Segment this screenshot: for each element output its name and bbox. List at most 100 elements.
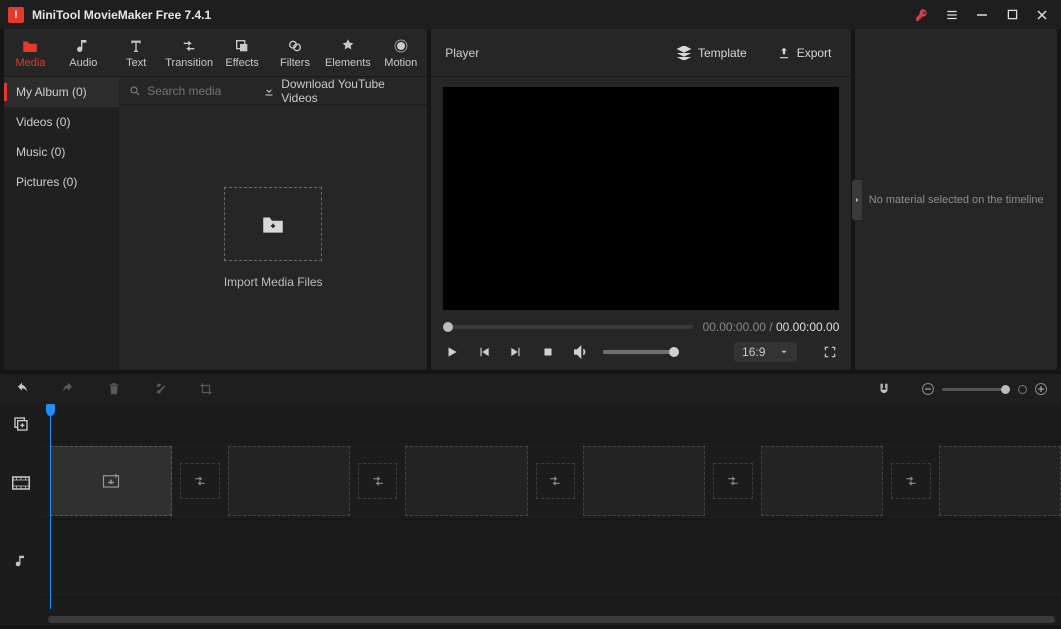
cat-my-album[interactable]: My Album (0): [4, 77, 119, 107]
search-icon: [129, 85, 141, 97]
export-button[interactable]: Export: [771, 43, 838, 63]
zoom-controls: [922, 383, 1047, 395]
add-track-button[interactable]: [0, 404, 42, 444]
tab-media[interactable]: Media: [4, 29, 57, 76]
clip-slot[interactable]: [228, 446, 350, 516]
tab-label: Motion: [384, 57, 417, 69]
undo-button[interactable]: [14, 381, 30, 397]
music-note-icon: [75, 37, 91, 55]
media-panel: Media Audio Text Transition: [4, 29, 427, 370]
zoom-out-button[interactable]: [922, 383, 934, 395]
play-button[interactable]: [443, 343, 461, 361]
template-button[interactable]: Template: [670, 43, 753, 63]
clip-slot[interactable]: [939, 446, 1061, 516]
timeline-rail: [0, 404, 42, 625]
timeline-body[interactable]: [42, 404, 1061, 625]
minimize-button[interactable]: [967, 0, 997, 29]
effects-icon: [234, 37, 250, 55]
duration: 00.00:00.00: [776, 320, 839, 334]
folder-plus-icon: [260, 213, 286, 235]
stop-button[interactable]: [539, 343, 557, 361]
transition-slot[interactable]: [358, 463, 398, 499]
snap-button[interactable]: [876, 381, 892, 397]
tab-transition[interactable]: Transition: [163, 29, 216, 76]
cat-music[interactable]: Music (0): [4, 137, 119, 167]
fullscreen-button[interactable]: [821, 343, 839, 361]
current-time: 00.00:00.00: [703, 320, 766, 334]
download-youtube-link[interactable]: Download YouTube Videos: [263, 77, 417, 105]
next-frame-button[interactable]: [507, 343, 525, 361]
export-label: Export: [797, 46, 832, 60]
playhead[interactable]: [50, 404, 51, 609]
transition-slot[interactable]: [891, 463, 931, 499]
time-display: 00.00:00.00 / 00.00:00.00: [703, 320, 840, 334]
export-icon: [777, 46, 791, 60]
split-button[interactable]: [152, 381, 168, 397]
volume-button[interactable]: [571, 343, 589, 361]
aspect-ratio-select[interactable]: 16:9: [734, 342, 797, 362]
import-dropzone[interactable]: [224, 187, 322, 261]
delete-button[interactable]: [106, 381, 122, 397]
timeline: [0, 404, 1061, 625]
clip-slot[interactable]: [405, 446, 527, 516]
tab-filters[interactable]: Filters: [269, 29, 322, 76]
chevron-down-icon: [779, 347, 789, 357]
video-track-icon: [0, 444, 42, 522]
transition-slot[interactable]: [713, 463, 753, 499]
volume-slider[interactable]: [603, 350, 679, 354]
transition-icon: [181, 37, 197, 55]
text-icon: [128, 37, 144, 55]
zoom-slider[interactable]: [942, 388, 1010, 391]
close-button[interactable]: [1027, 0, 1057, 29]
clip-slot[interactable]: [583, 446, 705, 516]
timeline-ruler[interactable]: [42, 404, 1061, 442]
template-label: Template: [698, 46, 747, 60]
clip-slot[interactable]: [50, 446, 172, 516]
audio-track-icon: [0, 522, 42, 600]
progress-slider[interactable]: [443, 325, 692, 329]
redo-button[interactable]: [60, 381, 76, 397]
cat-videos[interactable]: Videos (0): [4, 107, 119, 137]
tab-label: Transition: [165, 57, 213, 69]
main-row: Media Audio Text Transition: [0, 29, 1061, 374]
menu-icon[interactable]: [937, 0, 967, 29]
clip-slot[interactable]: [761, 446, 883, 516]
timeline-scrollbar[interactable]: [48, 616, 1055, 623]
tab-label: Media: [15, 57, 45, 69]
maximize-button[interactable]: [997, 0, 1027, 29]
folder-icon: [21, 37, 39, 55]
tab-label: Elements: [325, 57, 371, 69]
crop-button[interactable]: [198, 381, 214, 397]
key-icon[interactable]: [907, 0, 937, 29]
cat-pictures[interactable]: Pictures (0): [4, 167, 119, 197]
tab-audio[interactable]: Audio: [57, 29, 110, 76]
tab-motion[interactable]: Motion: [374, 29, 427, 76]
zoom-in-button[interactable]: [1035, 383, 1047, 395]
tab-label: Filters: [280, 57, 310, 69]
audio-track[interactable]: [42, 520, 1061, 598]
aspect-value: 16:9: [742, 345, 765, 359]
transition-slot[interactable]: [536, 463, 576, 499]
download-label: Download YouTube Videos: [281, 77, 417, 105]
media-categories: My Album (0) Videos (0) Music (0) Pictur…: [4, 77, 119, 370]
tab-effects[interactable]: Effects: [216, 29, 269, 76]
tab-text[interactable]: Text: [110, 29, 163, 76]
prev-frame-button[interactable]: [475, 343, 493, 361]
properties-panel: No material selected on the timeline: [855, 29, 1057, 370]
zoom-fit-button[interactable]: [1018, 385, 1027, 394]
video-track[interactable]: [42, 442, 1061, 520]
filters-icon: [287, 37, 303, 55]
media-toolbar: Download YouTube Videos: [119, 77, 427, 105]
transition-slot[interactable]: [180, 463, 220, 499]
player-panel: Player Template Export 00.: [431, 29, 851, 370]
template-icon: [676, 46, 692, 60]
download-icon: [263, 85, 275, 97]
tab-label: Audio: [69, 57, 97, 69]
import-caption: Import Media Files: [224, 275, 323, 289]
tab-elements[interactable]: Elements: [321, 29, 374, 76]
player-label: Player: [445, 46, 479, 60]
tab-label: Effects: [225, 57, 258, 69]
app-logo-icon: !: [8, 7, 24, 23]
search-input[interactable]: [147, 84, 247, 98]
panel-collapse-handle[interactable]: [852, 180, 862, 220]
